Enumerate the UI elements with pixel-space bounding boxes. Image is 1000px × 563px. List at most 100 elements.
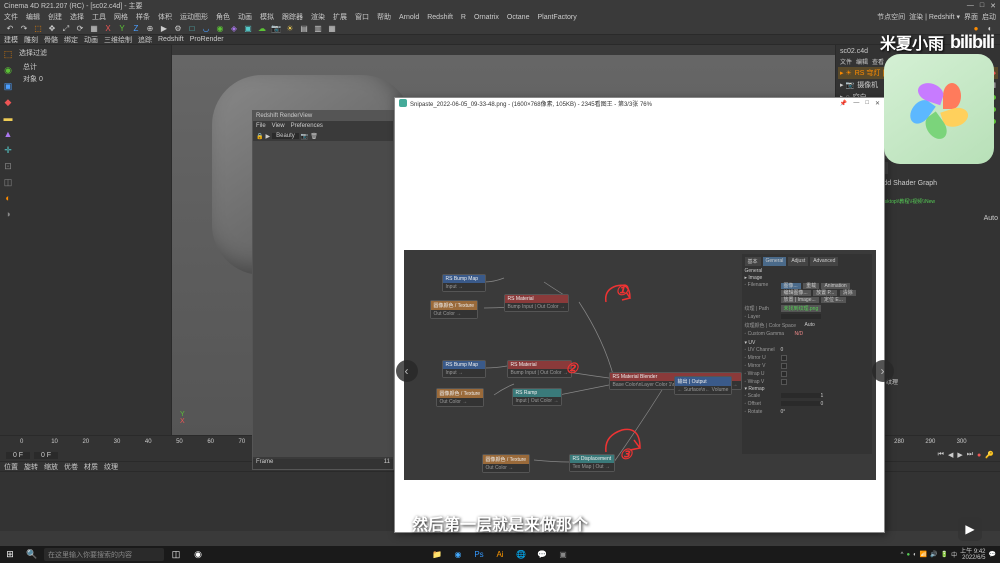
om-view[interactable]: 查看 [872,57,884,66]
texture-icon[interactable]: ▣ [1,79,15,93]
menu-volume[interactable]: 体积 [158,12,172,22]
sn-close-icon[interactable]: ✕ [875,100,880,107]
edge-icon[interactable]: ▬ [1,111,15,125]
menu-edit[interactable]: 编辑 [26,12,40,22]
sn-titlebar[interactable]: Snipaste_2022-06-05_09-33-48.png - (1600… [395,98,884,108]
menu-octane[interactable]: Octane [507,14,530,21]
autokey-icon[interactable]: 🔑 [985,451,994,459]
start-button[interactable]: ⊞ [0,546,20,563]
tab-binding[interactable]: 绑定 [64,35,78,45]
tab-sculpt[interactable]: 雕刻 [24,35,38,45]
menu-select[interactable]: 选择 [70,12,84,22]
snipaste-window[interactable]: Snipaste_2022-06-05_09-33-48.png - (1600… [394,97,885,533]
menu-extensions[interactable]: 扩展 [333,12,347,22]
select-icon[interactable]: ⬚ [32,23,44,35]
scale-icon[interactable]: ⤢ [60,23,72,35]
sn-pin-icon[interactable]: 📌 [840,100,847,107]
menu-ornatrix[interactable]: Ornatrix [474,14,499,21]
menu-arnold[interactable]: Arnold [399,14,419,21]
menu-character[interactable]: 角色 [216,12,230,22]
environment-icon[interactable]: ☁ [256,23,268,35]
xaxis-icon[interactable]: X [102,23,114,35]
minimize-button[interactable]: — [967,2,974,10]
np-mirroru-check[interactable] [781,355,787,361]
taskview-icon[interactable]: ◫ [166,546,186,563]
np-offset-x[interactable] [781,401,821,406]
menu-redshift[interactable]: Redshift [427,14,453,21]
axis-icon[interactable]: ✛ [1,143,15,157]
bb-scale[interactable]: 缩放 [44,462,58,472]
workplane-icon[interactable]: ◫ [1,175,15,189]
rotate-icon[interactable]: ⟳ [74,23,86,35]
next-image-button[interactable]: › [872,360,894,382]
yaxis-icon[interactable]: Y [116,23,128,35]
np-wrapv-check[interactable] [781,379,787,385]
sn-max-icon[interactable]: □ [865,100,869,107]
undo-icon[interactable]: ↶ [4,23,16,35]
menu-create[interactable]: 创建 [48,12,62,22]
model-icon[interactable]: ◉ [1,63,15,77]
menu-mesh[interactable]: 网格 [114,12,128,22]
sn-image-viewer[interactable]: RS Bump Map Input → 圆像颜色 / Texture Out C… [395,108,884,532]
search-icon[interactable]: 🔍 [22,546,42,563]
menu-animate[interactable]: 动画 [238,12,252,22]
tray-icon-1[interactable]: ● [906,552,910,558]
redo-icon[interactable]: ↷ [18,23,30,35]
spline-icon[interactable]: ◡ [200,23,212,35]
rv-prefs[interactable]: Preferences [291,123,323,129]
menu-simulate[interactable]: 模拟 [260,12,274,22]
bb-position[interactable]: 位置 [4,462,18,472]
tab-paint[interactable]: 三维绘制 [104,35,132,45]
app-wechat[interactable]: 💬 [532,546,552,563]
app-browser[interactable]: 🌐 [511,546,531,563]
tool2-icon[interactable]: ▥ [312,23,324,35]
point-icon[interactable]: ◆ [1,95,15,109]
menu-mograph[interactable]: 运动图形 [180,12,208,22]
tray-battery-icon[interactable]: 🔋 [941,551,948,558]
np-tab-adv[interactable]: Advanced [810,257,838,266]
renderview-window[interactable]: Redshift RenderView File View Preference… [252,110,394,470]
poly-icon[interactable]: ▲ [1,127,15,141]
generator-icon[interactable]: ◈ [228,23,240,35]
app-ps[interactable]: Ps [469,546,489,563]
np-layer-input[interactable] [781,314,821,319]
rendersettings-icon[interactable]: ⚙ [172,23,184,35]
tool3-icon[interactable]: ▦ [326,23,338,35]
np-scale-x[interactable] [781,393,821,398]
rv-lock-icon[interactable]: 🔒 [256,133,263,140]
rv-file[interactable]: File [256,123,266,129]
menu-spline[interactable]: 样条 [136,12,150,22]
makeedit-icon[interactable]: ⬚ [1,47,15,61]
renderer-dropdown[interactable]: 渲染 | Redshift ▾ [909,12,960,22]
play-icon[interactable]: ▶ [957,451,962,459]
np-tab-adjust[interactable]: Adjust [788,257,808,266]
np-mirrorv-check[interactable] [781,363,787,369]
layout-dropdown[interactable]: 启动 [982,12,996,22]
prev-image-button[interactable]: ‹ [396,360,418,382]
rv-snapshot-icon[interactable]: 📷 [301,133,308,140]
render-icon[interactable]: ▶ [158,23,170,35]
menu-tools[interactable]: 工具 [92,12,106,22]
np-tab-general[interactable]: General [763,257,787,266]
menu-tracker[interactable]: 跟踪器 [282,12,303,22]
np-locate-btn[interactable]: 定位 E... [821,297,846,303]
rv-aov-select[interactable]: Beauty [272,133,299,139]
tab-track[interactable]: 追踪 [138,35,152,45]
widgets-icon[interactable]: ◉ [188,546,208,563]
bb-rotation[interactable]: 旋转 [24,462,38,472]
np-gamma-val[interactable]: N/D [795,331,804,337]
rv-titlebar[interactable]: Redshift RenderView [253,111,393,121]
nurbs-icon[interactable]: ◉ [214,23,226,35]
play-prev-icon[interactable]: ◀ [948,451,953,459]
menu-r[interactable]: R [461,14,466,21]
play-start-icon[interactable]: ⏮ [938,451,944,459]
system-clock[interactable]: 上午 9:42 2022/6/5 [960,549,985,561]
close-button[interactable]: ✕ [990,2,996,10]
search-input[interactable]: 在这里输入你要搜索的内容 [44,548,164,561]
tray-ime-icon[interactable]: 中 [951,550,957,559]
np-placeimg-btn[interactable]: 放置 | Image... [781,297,819,303]
tray-notifications-icon[interactable]: 💬 [989,551,996,558]
tab-prorender[interactable]: ProRender [190,36,224,43]
start-frame[interactable]: 0 F [6,452,30,459]
snap-icon[interactable]: ⊡ [1,159,15,173]
